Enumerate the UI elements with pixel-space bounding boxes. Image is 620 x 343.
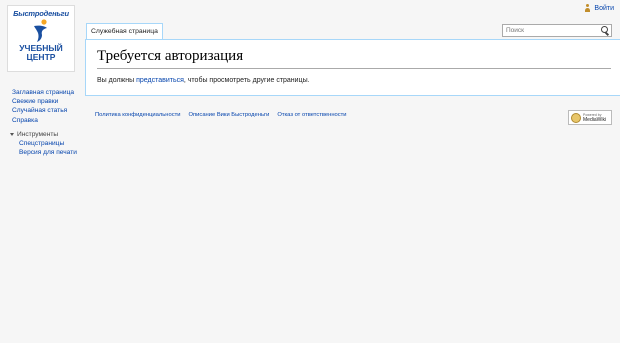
- mediawiki-logo-icon: [571, 112, 581, 123]
- nav-main-page[interactable]: Заглавная страница: [12, 88, 74, 97]
- badge-name: MediaWiki: [583, 116, 607, 123]
- message-prefix: Вы должны: [97, 77, 137, 84]
- tools-toggle[interactable]: Инструменты: [10, 130, 77, 139]
- footer-about-link[interactable]: Описание Вики Быстроденьги: [189, 112, 270, 118]
- tab-special-page[interactable]: Служебная страница: [86, 23, 163, 39]
- powered-by-mediawiki-badge[interactable]: Powered by MediaWiki: [568, 110, 612, 125]
- footer-privacy-link[interactable]: Политика конфиденциальности: [95, 112, 181, 118]
- user-icon: [584, 4, 591, 12]
- logo-line-2: ЦЕНТР: [26, 52, 56, 62]
- login-link-inline[interactable]: представиться: [136, 77, 184, 84]
- nav-help[interactable]: Справка: [12, 116, 74, 125]
- badge-text: Powered by MediaWiki: [583, 113, 606, 123]
- content-area: Требуется авторизация Вы должны представ…: [85, 39, 620, 96]
- tools-special-pages[interactable]: Спецстраницы: [10, 139, 77, 148]
- page-title: Требуется авторизация: [97, 48, 611, 69]
- tools-heading: Инструменты: [17, 131, 59, 138]
- nav-random-article[interactable]: Случайная статья: [12, 106, 74, 115]
- tools-printable-version[interactable]: Версия для печати: [10, 148, 77, 157]
- footer-disclaimer-link[interactable]: Отказ от ответственности: [277, 112, 346, 118]
- logo-text: УЧЕБНЫЙ ЦЕНТР: [19, 44, 63, 62]
- logo-site-name: Быстроденьги: [13, 9, 69, 18]
- login-link[interactable]: Войти: [594, 5, 614, 12]
- search-icon[interactable]: [599, 25, 611, 36]
- footer-links: Политика конфиденциальности Описание Вик…: [95, 112, 347, 118]
- search-box: [502, 24, 612, 37]
- logo-figure-icon: [34, 19, 47, 42]
- search-input[interactable]: [503, 27, 599, 34]
- tools-panel: Инструменты Спецстраницы Версия для печа…: [10, 130, 77, 158]
- site-logo[interactable]: Быстроденьги УЧЕБНЫЙ ЦЕНТР: [7, 5, 75, 72]
- nav-recent-changes[interactable]: Свежие правки: [12, 97, 74, 106]
- collapse-triangle-icon: [10, 133, 14, 137]
- navigation-panel: Заглавная страница Свежие правки Случайн…: [12, 88, 74, 125]
- message-suffix: , чтобы просмотреть другие страницы.: [183, 77, 310, 84]
- personal-tools: Войти: [584, 0, 620, 16]
- login-required-message: Вы должны представиться, чтобы просмотре…: [97, 77, 310, 84]
